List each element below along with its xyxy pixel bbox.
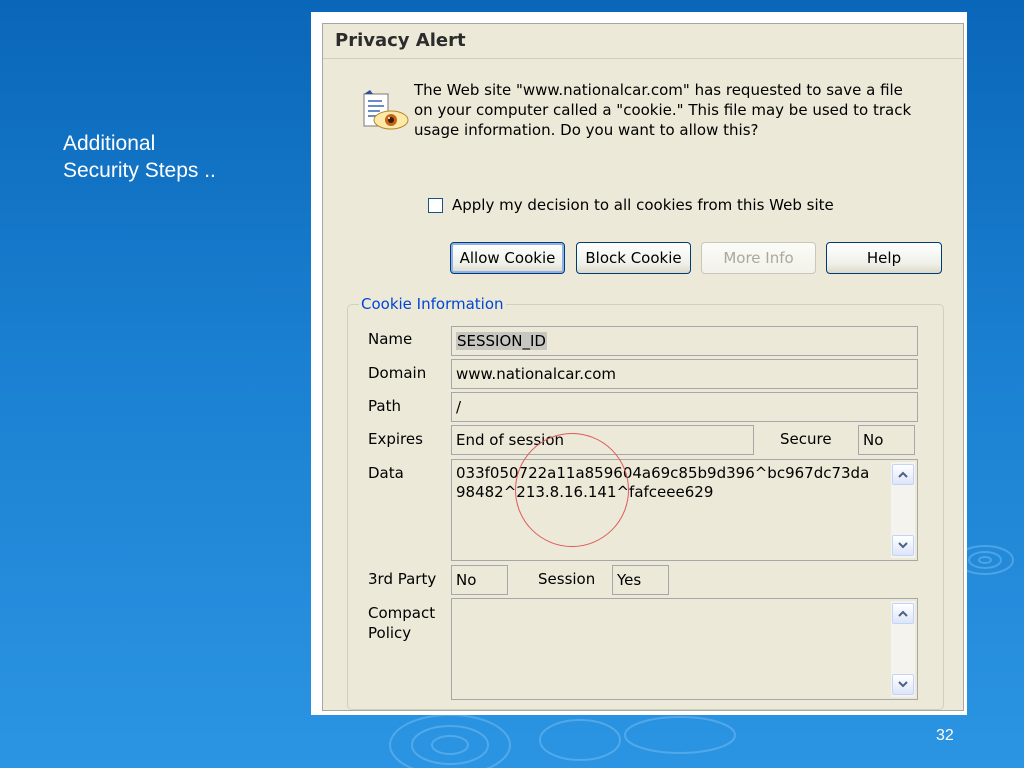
- data-label: Data: [368, 464, 404, 482]
- third-party-label: 3rd Party: [368, 570, 437, 588]
- session-label: Session: [538, 570, 596, 588]
- page-number: 32: [936, 727, 954, 744]
- path-value: /: [456, 398, 462, 416]
- scroll-down-button[interactable]: [892, 535, 914, 556]
- alert-message-line: usage information. Do you want to allow …: [414, 121, 759, 139]
- expires-label: Expires: [368, 430, 423, 448]
- name-value: SESSION_ID: [456, 332, 547, 350]
- alert-message: The Web site "www.nationalcar.com" has r…: [414, 80, 934, 140]
- chevron-down-icon: [898, 542, 908, 549]
- compact-policy-label-line: Policy: [368, 624, 412, 642]
- secure-field[interactable]: No: [858, 425, 915, 455]
- cookie-information-legend: Cookie Information: [359, 295, 506, 313]
- help-button[interactable]: Help: [826, 242, 942, 274]
- compact-policy-scrollbar[interactable]: [891, 601, 915, 697]
- third-party-field[interactable]: No: [451, 565, 508, 595]
- slide-title: Additional Security Steps ..: [63, 130, 293, 184]
- compact-policy-label-line: Compact: [368, 604, 436, 622]
- domain-value: www.nationalcar.com: [456, 365, 617, 383]
- domain-label: Domain: [368, 364, 427, 382]
- third-party-value: No: [456, 571, 477, 589]
- alert-message-line: on your computer called a "cookie." This…: [414, 101, 912, 119]
- scroll-up-button[interactable]: [892, 464, 914, 485]
- slide-title-line: Security Steps ..: [63, 159, 216, 182]
- name-label: Name: [368, 330, 413, 348]
- title-bar[interactable]: Privacy Alert: [323, 24, 963, 59]
- block-cookie-button[interactable]: Block Cookie: [576, 242, 691, 274]
- cookie-privacy-eye-icon: [363, 90, 409, 130]
- scroll-up-button[interactable]: [892, 603, 914, 624]
- slide-title-line: Additional: [63, 132, 156, 155]
- apply-decision-checkbox[interactable]: [428, 198, 443, 213]
- data-scrollbar[interactable]: [891, 462, 915, 558]
- privacy-alert-screenshot: Privacy Alert The Web site "www.national…: [311, 12, 967, 715]
- more-info-button[interactable]: More Info: [701, 242, 816, 274]
- dialog-title: Privacy Alert: [335, 30, 466, 51]
- chevron-up-icon: [898, 471, 908, 478]
- alert-message-line: The Web site "www.nationalcar.com" has r…: [414, 81, 903, 99]
- session-field[interactable]: Yes: [612, 565, 669, 595]
- compact-policy-label: Compact Policy: [368, 603, 435, 643]
- privacy-alert-dialog: Privacy Alert The Web site "www.national…: [322, 23, 964, 711]
- secure-label: Secure: [780, 430, 832, 448]
- chevron-up-icon: [898, 610, 908, 617]
- domain-field[interactable]: www.nationalcar.com: [451, 359, 918, 389]
- secure-value: No: [863, 431, 884, 449]
- path-label: Path: [368, 397, 401, 415]
- allow-cookie-button[interactable]: Allow Cookie: [450, 242, 565, 274]
- compact-policy-field[interactable]: [451, 598, 918, 700]
- path-field[interactable]: /: [451, 392, 918, 422]
- highlight-circle-annotation: [515, 433, 629, 547]
- apply-decision-label[interactable]: Apply my decision to all cookies from th…: [452, 196, 834, 214]
- chevron-down-icon: [898, 681, 908, 688]
- name-field[interactable]: SESSION_ID: [451, 326, 918, 356]
- scroll-down-button[interactable]: [892, 674, 914, 695]
- session-value: Yes: [617, 571, 642, 589]
